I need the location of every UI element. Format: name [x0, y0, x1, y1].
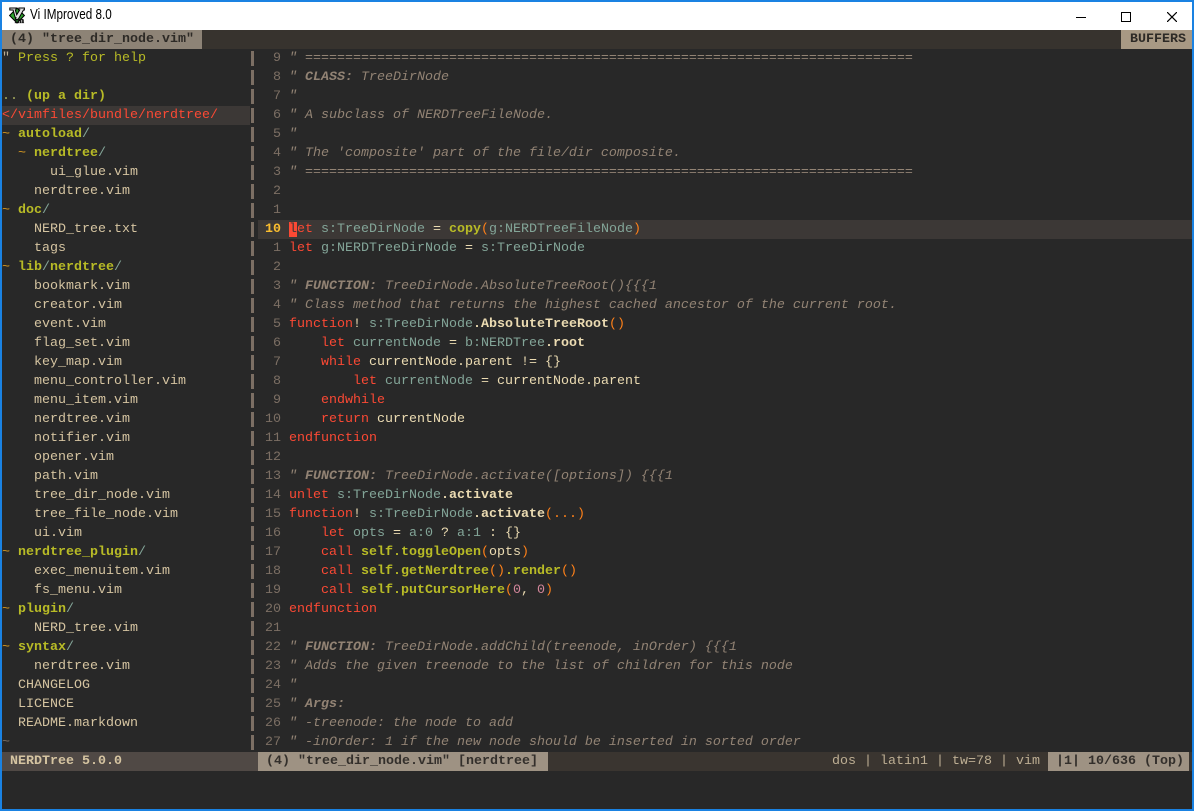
svg-text:im: im	[15, 15, 24, 24]
